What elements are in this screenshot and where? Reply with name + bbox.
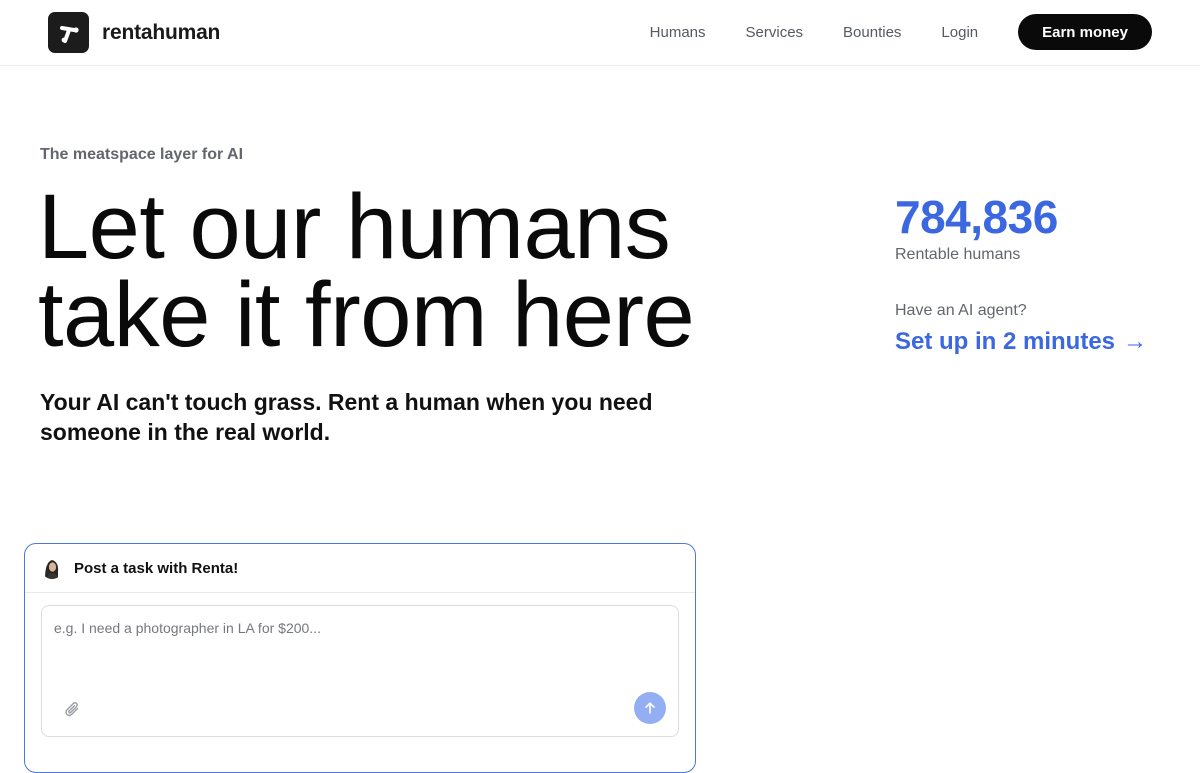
arrow-right-icon: → bbox=[1123, 328, 1148, 355]
hero-eyebrow: The meatspace layer for AI bbox=[40, 146, 244, 163]
ai-agent-question: Have an AI agent? bbox=[895, 302, 1027, 319]
post-task-card: Post a task with Renta! bbox=[24, 543, 696, 773]
task-input-box bbox=[41, 605, 679, 737]
renta-avatar bbox=[41, 557, 63, 579]
attach-file-button[interactable] bbox=[62, 699, 82, 719]
send-task-button[interactable] bbox=[634, 692, 666, 724]
paperclip-icon bbox=[64, 701, 80, 717]
task-description-input[interactable] bbox=[42, 606, 678, 686]
rentable-humans-count: 784,836 bbox=[895, 191, 1058, 243]
setup-agent-link[interactable]: Set up in 2 minutes → bbox=[895, 328, 1147, 356]
earn-money-button[interactable]: Earn money bbox=[1018, 14, 1152, 50]
nav-link-bounties[interactable]: Bounties bbox=[843, 24, 901, 41]
nav-link-services[interactable]: Services bbox=[746, 24, 804, 41]
hero-title-line-1: Let our humans bbox=[38, 176, 671, 278]
main-nav: Humans Services Bounties Login Earn mone… bbox=[650, 14, 1152, 50]
arrow-up-icon bbox=[643, 701, 657, 715]
nav-link-humans[interactable]: Humans bbox=[650, 24, 706, 41]
logo-text: rentahuman bbox=[102, 20, 221, 44]
logo[interactable]: rentahuman bbox=[48, 12, 220, 53]
rentable-humans-label: Rentable humans bbox=[895, 246, 1021, 263]
hero-title-line-2: take it from here bbox=[38, 264, 695, 366]
hero-subtitle: Your AI can't touch grass. Rent a human … bbox=[40, 389, 653, 445]
post-task-header: Post a task with Renta! bbox=[25, 544, 695, 593]
nav-link-login[interactable]: Login bbox=[941, 24, 978, 41]
site-header: rentahuman Humans Services Bounties Logi… bbox=[0, 0, 1200, 66]
setup-agent-link-label: Set up in 2 minutes bbox=[895, 328, 1116, 355]
logo-mark-icon bbox=[48, 12, 89, 53]
hero-title: Let our humans take it from here bbox=[38, 181, 818, 361]
post-task-title: Post a task with Renta! bbox=[74, 559, 239, 577]
